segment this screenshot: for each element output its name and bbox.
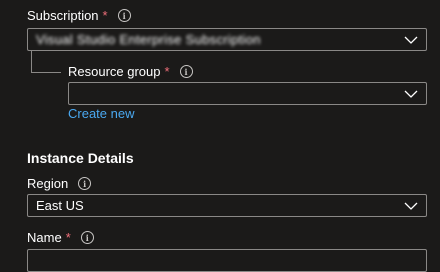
- resource-group-label-row: Resource group * i: [68, 64, 193, 79]
- create-new-link[interactable]: Create new: [68, 106, 134, 121]
- subscription-label: Subscription: [27, 8, 99, 23]
- subscription-dropdown[interactable]: Visual Studio Enterprise Subscription: [27, 28, 427, 51]
- info-icon[interactable]: i: [80, 231, 94, 244]
- tree-connector-horizontal: [31, 72, 61, 73]
- required-marker: *: [164, 64, 170, 79]
- info-icon[interactable]: i: [179, 65, 193, 78]
- name-label: Name: [27, 230, 62, 245]
- region-label-row: Region i: [27, 176, 92, 191]
- region-label: Region: [27, 176, 69, 191]
- name-input[interactable]: [27, 249, 427, 272]
- chevron-down-icon: [396, 195, 426, 216]
- required-marker: *: [102, 8, 108, 23]
- info-icon[interactable]: i: [117, 9, 131, 22]
- region-value: East US: [36, 198, 84, 213]
- tree-connector: [31, 51, 32, 73]
- region-dropdown[interactable]: East US: [27, 194, 427, 217]
- instance-details-heading: Instance Details: [27, 150, 134, 166]
- name-label-row: Name * i: [27, 230, 94, 245]
- chevron-down-icon: [396, 83, 426, 104]
- required-marker: *: [65, 230, 71, 245]
- subscription-label-row: Subscription * i: [27, 8, 131, 23]
- chevron-down-icon: [396, 29, 426, 50]
- resource-group-label: Resource group: [68, 64, 161, 79]
- subscription-value: Visual Studio Enterprise Subscription: [36, 32, 261, 47]
- info-icon[interactable]: i: [78, 177, 92, 190]
- resource-group-dropdown[interactable]: [68, 82, 427, 105]
